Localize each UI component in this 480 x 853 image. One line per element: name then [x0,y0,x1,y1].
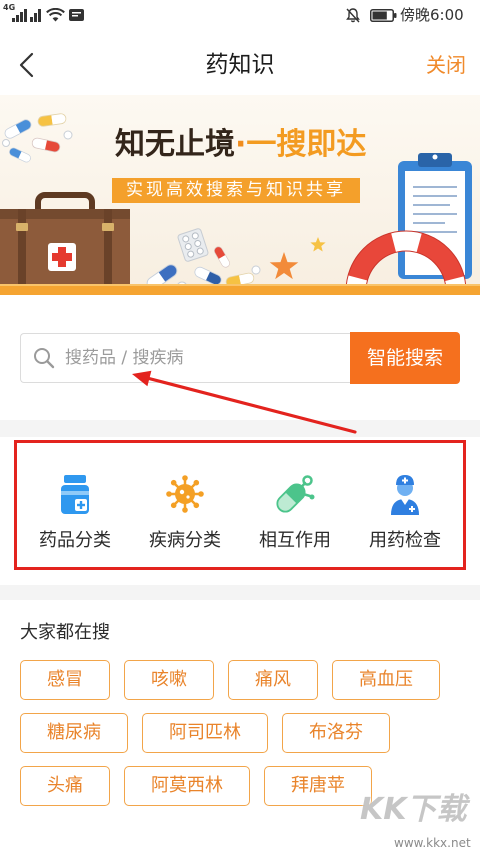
popular-searches-heading: 大家都在搜 [20,622,110,643]
search-icon [34,348,55,369]
category-drug-interaction[interactable]: 相互作用 [240,437,350,585]
smart-search-button[interactable]: 智能搜索 [350,332,460,384]
category-grid: 药品分类 疾病分类 相互作用 用药检查 [20,437,460,585]
search-input[interactable] [65,334,345,382]
watermark-brand: KK下载 [360,792,467,827]
capsule-interaction-icon [276,475,315,513]
search-section: 智能搜索 [0,295,480,420]
category-label: 相互作用 [259,530,331,551]
category-section: 药品分类 疾病分类 相互作用 用药检查 [0,437,480,585]
page-title: 药知识 [205,52,275,78]
doctor-icon [391,475,419,515]
category-label: 药品分类 [39,530,111,551]
back-button[interactable] [12,49,42,81]
banner-subtitle: 实现高效搜索与知识共享 [112,178,360,203]
notification-app-icon [69,9,84,21]
search-tag[interactable]: 咳嗽 [124,660,214,700]
banner-title-main: 知无止境 [115,127,235,162]
category-disease-classification[interactable]: 疾病分类 [130,437,240,585]
signal-icon [30,9,41,22]
search-tag[interactable]: 阿司匹林 [142,713,268,753]
promo-banner[interactable]: 知无止境·一搜即达 实现高效搜索与知识共享 [0,95,480,295]
category-label: 疾病分类 [149,530,221,551]
search-tag[interactable]: 布洛芬 [282,713,390,753]
search-tag[interactable]: 拜唐苹 [264,766,372,806]
category-medication-check[interactable]: 用药检查 [350,437,460,585]
category-label: 用药检查 [369,530,441,551]
search-tag[interactable]: 高血压 [332,660,440,700]
banner-title: 知无止境·一搜即达 [115,125,366,165]
nav-bar: 药知识 关闭 [0,30,480,95]
close-button[interactable]: 关闭 [426,49,466,81]
medical-suitcase-illustration [0,192,130,295]
category-drug-classification[interactable]: 药品分类 [20,437,130,585]
battery-icon [370,9,397,22]
medicine-bottle-icon [61,475,89,514]
status-bar: 4G 傍晚6:00 [0,0,480,30]
bell-off-icon [346,8,360,23]
search-tag[interactable]: 痛风 [228,660,318,700]
search-box[interactable] [20,333,351,383]
status-time: 傍晚6:00 [400,6,464,24]
virus-icon [166,475,204,513]
chevron-left-icon [19,52,34,78]
banner-title-dot: · [235,127,247,162]
popular-tag-list: 感冒 咳嗽 痛风 高血压 糖尿病 阿司匹林 布洛芬 头痛 阿莫西林 拜唐苹 [20,660,460,806]
search-tag[interactable]: 头痛 [20,766,110,806]
search-tag[interactable]: 感冒 [20,660,110,700]
signal-icon [12,9,27,22]
battery-level-fill [372,11,387,20]
wifi-icon [46,8,65,22]
search-tag[interactable]: 糖尿病 [20,713,128,753]
watermark-url: www.kkx.net [394,836,471,850]
banner-title-accent: 一搜即达 [246,127,367,162]
search-tag[interactable]: 阿莫西林 [124,766,250,806]
